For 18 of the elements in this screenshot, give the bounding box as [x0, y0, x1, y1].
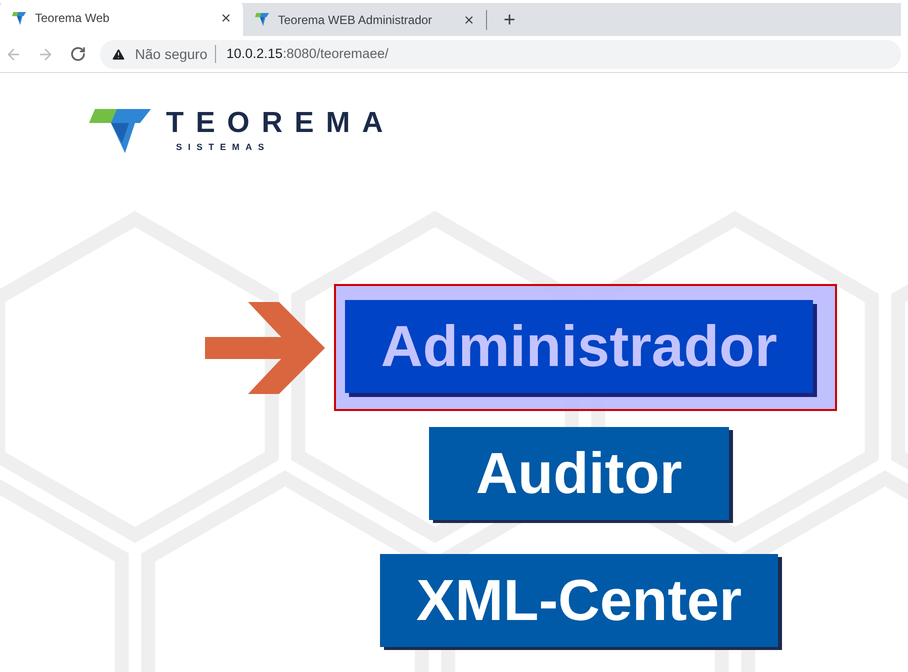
menu-button[interactable]: XML-Center [380, 554, 778, 647]
close-icon[interactable] [220, 12, 232, 24]
close-icon[interactable] [463, 14, 475, 26]
security-label: Não seguro [135, 44, 208, 64]
logo-icon [12, 12, 26, 24]
reload-icon[interactable] [70, 46, 86, 62]
warning-icon [111, 46, 126, 62]
brand-tagline: SISTEMAS [176, 143, 272, 152]
logo-icon [89, 109, 151, 153]
browser-tab[interactable]: Teorema Web [0, 0, 243, 36]
menu-button[interactable]: Administrador [344, 300, 814, 393]
browser-tab[interactable]: Teorema WEB Administrador [243, 3, 486, 36]
logo-icon [255, 13, 269, 26]
address-bar[interactable]: Não seguro 10.0.2.15:8080/teoremaee/ [100, 40, 901, 68]
menu-button[interactable]: Auditor [429, 427, 729, 520]
brand-name: TEOREMA [166, 109, 395, 138]
url-text: 10.0.2.15:8080/teoremaee/ [226, 44, 389, 63]
plus-icon[interactable] [502, 12, 517, 27]
